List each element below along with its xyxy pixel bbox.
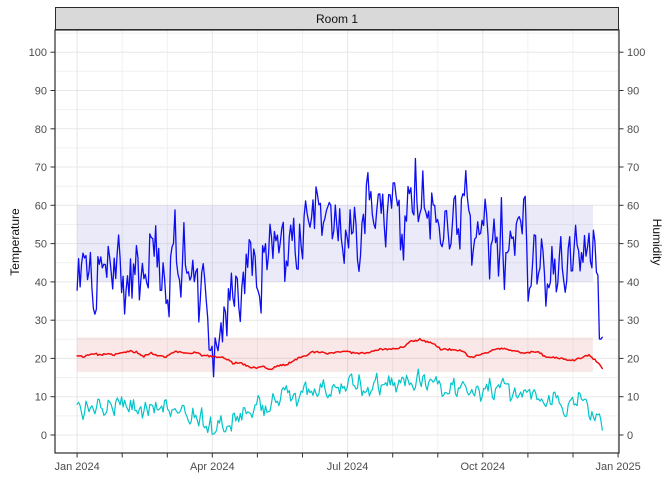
y-right-tick-label: 20 [627, 353, 639, 365]
y-right-tick-label: 80 [627, 124, 639, 136]
y-right-tick-label: 90 [627, 86, 639, 98]
y-right-tick-label: 70 [627, 162, 639, 174]
x-axis-tick-label: Jan 2024 [54, 461, 99, 473]
y-left-tick-label: 0 [41, 430, 47, 442]
y-right-tick-label: 40 [627, 277, 639, 289]
y-axis-title-left: Temperature [8, 208, 22, 275]
y-right-tick-label: 10 [627, 392, 639, 404]
y-right-tick-label: 0 [627, 430, 633, 442]
y-right-tick-label: 30 [627, 315, 639, 327]
x-axis-tick-label: Jan 2025 [595, 461, 640, 473]
facet-strip: Room 1 [55, 7, 619, 30]
y-left-tick-label: 60 [35, 200, 47, 212]
y-left-tick-label: 20 [35, 353, 47, 365]
y-left-tick-label: 50 [35, 239, 47, 251]
y-left-tick-label: 90 [35, 86, 47, 98]
x-axis-tick-label: Oct 2024 [460, 461, 505, 473]
y-left-tick-label: 100 [29, 47, 47, 59]
plot-canvas: 0 0 10 10 20 20 30 30 40 40 50 50 60 60 70 70 80 80 90 90 10… [0, 0, 672, 480]
x-axis-tick-label: Jul 2024 [327, 461, 369, 473]
y-right-tick-label: 60 [627, 200, 639, 212]
y-left-tick-label: 40 [35, 277, 47, 289]
x-axis-tick-label: Apr 2024 [190, 461, 235, 473]
chart-plot-area: 0 0 10 10 20 20 30 30 40 40 50 50 60 60 70 70 80 80 90 90 10… [0, 0, 672, 480]
y-right-tick-label: 100 [627, 47, 645, 59]
y-axis-title-right: Humidity [650, 219, 664, 266]
y-left-tick-label: 80 [35, 124, 47, 136]
y-left-tick-label: 70 [35, 162, 47, 174]
y-left-tick-label: 10 [35, 392, 47, 404]
y-left-tick-label: 30 [35, 315, 47, 327]
y-right-tick-label: 50 [627, 239, 639, 251]
facet-title: Room 1 [316, 12, 358, 26]
